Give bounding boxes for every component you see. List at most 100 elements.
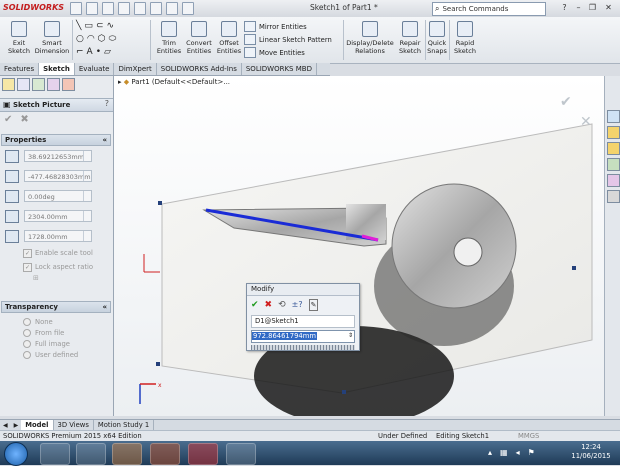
collapse-icon[interactable]: « [102, 302, 107, 312]
slot-icon[interactable]: ⊂ [96, 21, 104, 31]
spline-icon[interactable]: ∿ [106, 21, 114, 31]
ellipse-icon[interactable]: ⬭ [109, 34, 117, 44]
explorer-icon[interactable] [40, 443, 70, 465]
quick-snaps-button[interactable]: Quick Snaps [426, 20, 448, 60]
resize-handle[interactable] [156, 362, 160, 366]
options-icon[interactable] [182, 2, 194, 15]
save-icon[interactable] [102, 2, 114, 15]
y-position-field[interactable]: -477.46828303mm [24, 170, 92, 182]
open-icon[interactable] [86, 2, 98, 15]
solidworks-taskbar-icon[interactable] [188, 443, 218, 465]
transparency-none-radio[interactable]: None [1, 316, 111, 327]
dimxpert-manager-icon[interactable] [47, 78, 60, 91]
appearances-icon[interactable] [606, 174, 620, 187]
properties-header[interactable]: Properties « [1, 134, 111, 146]
trim-entities-button[interactable]: Trim Entities [152, 20, 186, 60]
flag-icon[interactable]: ⚑ [528, 448, 535, 457]
smart-dimension-button[interactable]: Smart Dimension [34, 20, 70, 60]
display-manager-icon[interactable] [62, 78, 75, 91]
mark-dimension-icon[interactable]: ✎ [308, 298, 319, 311]
resize-handle[interactable] [572, 266, 576, 270]
circle-icon[interactable]: ○ [76, 34, 84, 44]
close-icon[interactable]: ✕ [604, 3, 613, 12]
tab-solidworks-mbd[interactable]: SOLIDWORKS MBD [242, 63, 317, 75]
height-field[interactable]: 1728.00mm [24, 230, 92, 242]
lock-aspect-ratio-checkbox[interactable]: ✓ Lock aspect ratio [1, 260, 111, 274]
custom-properties-icon[interactable] [606, 190, 620, 203]
tab-3d-views[interactable]: 3D Views [54, 420, 94, 430]
confirm-check-icon[interactable]: ✔ [560, 94, 572, 110]
help-icon[interactable]: ? [560, 3, 569, 12]
file-explorer-icon[interactable] [606, 142, 620, 155]
volume-icon[interactable]: ◂ [516, 448, 520, 457]
help-icon[interactable]: ±? [292, 300, 303, 310]
property-manager-icon[interactable] [17, 78, 30, 91]
graphics-area[interactable]: ▸ ◆ Part1 (Default<<Default>... x ✔ ✕ [114, 76, 604, 416]
search-commands-input[interactable]: ⌕ Search Commands [432, 2, 546, 16]
tab-sketch[interactable]: Sketch [39, 63, 75, 75]
sketch-canvas[interactable]: x ✔ ✕ [114, 76, 604, 416]
convert-entities-button[interactable]: Convert Entities [182, 20, 216, 60]
display-delete-relations-button[interactable]: Display/Delete Relations [346, 20, 394, 60]
confirm-cancel-icon[interactable]: ✕ [580, 114, 592, 130]
mirror-entities-button[interactable]: Mirror Entities [244, 20, 340, 33]
dimension-value-input[interactable]: 972.86461794mm ⇕ [251, 330, 355, 343]
rebuild-icon[interactable]: ⟲ [278, 300, 286, 310]
rebuild-icon[interactable] [166, 2, 178, 15]
tab-evaluate[interactable]: Evaluate [75, 63, 115, 75]
view-palette-icon[interactable] [606, 158, 620, 171]
cancel-x-icon[interactable]: ✖ [20, 114, 28, 125]
ok-check-icon[interactable]: ✔ [4, 114, 12, 125]
design-library-icon[interactable] [606, 126, 620, 139]
configuration-manager-icon[interactable] [32, 78, 45, 91]
transparency-from-file-radio[interactable]: From file [1, 327, 111, 338]
tab-dimxpert[interactable]: DimXpert [114, 63, 157, 75]
resources-icon[interactable] [606, 110, 620, 123]
start-button[interactable] [4, 442, 28, 466]
point-icon[interactable]: • [96, 47, 101, 57]
exit-sketch-button[interactable]: Exit Sketch [2, 20, 36, 60]
transparency-full-image-radio[interactable]: Full image [1, 338, 111, 349]
tab-solidworks-add-ins[interactable]: SOLIDWORKS Add-Ins [157, 63, 242, 75]
spinner-icon[interactable] [83, 231, 91, 241]
arc-icon[interactable]: ◠ [87, 34, 95, 44]
spinner-icon[interactable] [83, 191, 91, 201]
resize-handle[interactable] [342, 390, 346, 394]
tab-model[interactable]: Model [21, 420, 54, 430]
tab-features[interactable]: Features [0, 63, 40, 75]
repair-sketch-button[interactable]: Repair Sketch [396, 20, 424, 60]
cancel-x-icon[interactable]: ✖ [265, 300, 273, 310]
tray-arrow-icon[interactable]: ▴ [488, 448, 492, 457]
undo-icon[interactable] [134, 2, 146, 15]
linear-sketch-pattern-button[interactable]: Linear Sketch Pattern [244, 33, 340, 46]
offset-entities-button[interactable]: Offset Entities [212, 20, 246, 60]
scroll-left-icon[interactable]: ◀ [0, 422, 11, 429]
feature-manager-icon[interactable] [2, 78, 15, 91]
line-icon[interactable]: ╲ [76, 21, 81, 31]
help-icon[interactable]: ? [105, 99, 109, 108]
text-icon[interactable]: A [87, 47, 93, 57]
thumbwheel[interactable] [251, 345, 355, 350]
restore-icon[interactable]: ❐ [588, 3, 597, 12]
media-player-icon[interactable] [76, 443, 106, 465]
spinner-icon[interactable] [83, 171, 91, 181]
firefox-icon[interactable] [112, 443, 142, 465]
network-icon[interactable]: ▦ [500, 448, 508, 457]
plane-icon[interactable]: ▱ [104, 47, 111, 57]
spinner-icon[interactable] [83, 151, 91, 161]
rapid-sketch-button[interactable]: Rapid Sketch [451, 20, 479, 60]
new-icon[interactable] [70, 2, 82, 15]
print-icon[interactable] [118, 2, 130, 15]
spinner-icon[interactable]: ⇕ [348, 331, 353, 341]
scroll-right-icon[interactable]: ▶ [11, 422, 22, 429]
width-field[interactable]: 2304.00mm [24, 210, 92, 222]
transparency-header[interactable]: Transparency « [1, 301, 111, 313]
angle-field[interactable]: 0.00deg [24, 190, 92, 202]
polygon-icon[interactable]: ⬡ [98, 34, 106, 44]
tab-motion-study[interactable]: Motion Study 1 [94, 420, 155, 430]
ok-check-icon[interactable]: ✔ [251, 300, 259, 310]
spinner-icon[interactable] [83, 211, 91, 221]
fillet-icon[interactable]: ⌐ [76, 47, 84, 57]
resize-handle[interactable] [158, 201, 162, 205]
collapse-icon[interactable]: « [102, 135, 107, 145]
